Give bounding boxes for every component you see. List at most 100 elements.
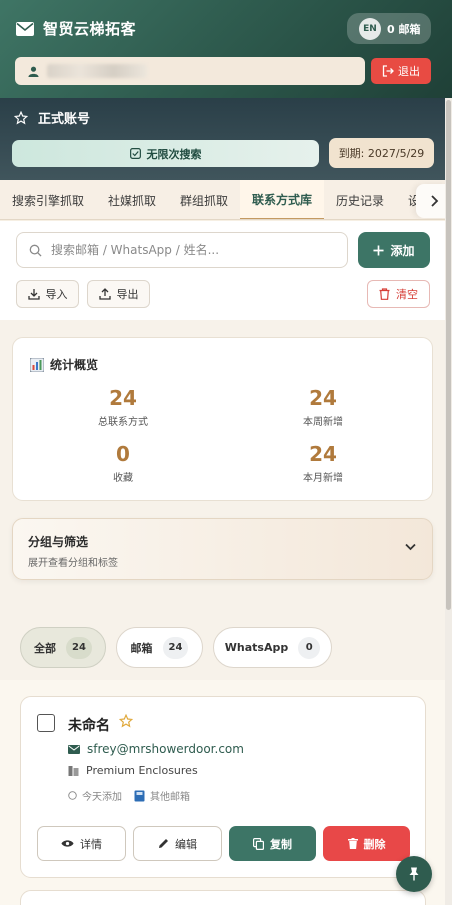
unlimited-search-badge: 无限次搜索: [12, 140, 319, 167]
mail-icon: [16, 21, 34, 36]
logout-button[interactable]: 退出: [371, 58, 431, 84]
bar-chart-icon: [30, 357, 44, 372]
brand: 智贸云梯拓客: [16, 18, 136, 39]
contact-company-row: Premium Enclosures: [68, 764, 198, 777]
filter-title: 分组与筛选: [28, 535, 89, 549]
trash-icon: [347, 838, 358, 849]
upload-icon: [98, 288, 111, 300]
group-filter-toggle[interactable]: 分组与筛选 展开查看分组和标签: [12, 518, 433, 580]
stat-month: 24 本月新增: [248, 442, 398, 484]
clear-label: 清空: [396, 288, 418, 301]
plus-icon: [373, 244, 385, 256]
tab-contact-library[interactable]: 联系方式库: [240, 180, 324, 219]
main-tabs: 搜索引擎抓取 社媒抓取 群组抓取 联系方式库 历史记录 设: [0, 180, 452, 220]
contact-card: 未命名 sfrey@mrshowerdoor.com Premium Enclo…: [20, 696, 426, 878]
pill-all-count: 24: [66, 636, 92, 659]
pill-whatsapp-count: 0: [298, 636, 321, 659]
clear-button[interactable]: 清空: [367, 280, 430, 308]
stat-month-value: 24: [309, 442, 337, 466]
account-type: 正式账号: [14, 108, 90, 127]
copy-icon: [253, 837, 264, 850]
export-label: 导出: [116, 288, 139, 301]
chevron-right-icon: [430, 195, 438, 207]
favorite-star-icon[interactable]: [119, 714, 133, 728]
expiry-badge: 到期: 2027/5/29: [329, 138, 434, 168]
search-input[interactable]: [51, 243, 331, 257]
contact-meta-row: 今天添加 其他邮箱: [68, 788, 190, 803]
stat-total: 24 总联系方式: [48, 386, 198, 428]
trash-icon: [379, 288, 390, 300]
pill-whatsapp-label: WhatsApp: [224, 641, 289, 654]
tab-groups[interactable]: 群组抓取: [168, 180, 240, 219]
delete-button[interactable]: 删除: [323, 826, 410, 861]
import-button[interactable]: 导入: [16, 280, 79, 308]
pin-button[interactable]: [396, 856, 432, 892]
pill-email-label: 邮箱: [130, 641, 153, 655]
stat-favorites: 0 收藏: [48, 442, 198, 484]
stat-total-value: 24: [109, 386, 137, 410]
stats-title: 统计概览: [30, 356, 98, 373]
star-outline-icon: [14, 110, 28, 124]
contact-toolbar: 添加 导入 导出 清空: [0, 221, 445, 320]
stat-total-label: 总联系方式: [98, 417, 148, 428]
stat-week: 24 本周新增: [248, 386, 398, 428]
clock-icon: [68, 791, 77, 800]
stats-overview-card: 统计概览 24 总联系方式 24 本周新增 0 收藏 24 本月新增: [12, 337, 433, 501]
user-icon: [28, 66, 39, 77]
export-button[interactable]: 导出: [87, 280, 150, 308]
filter-pill-all[interactable]: 全部 24: [20, 627, 106, 668]
user-field: [15, 57, 365, 85]
contact-added-date: 今天添加: [82, 792, 122, 803]
pill-all-label: 全部: [34, 641, 57, 655]
tab-social-media[interactable]: 社媒抓取: [96, 180, 168, 219]
pin-icon: [409, 867, 419, 881]
unlimited-search-label: 无限次搜索: [146, 147, 202, 161]
logout-label: 退出: [398, 65, 420, 78]
details-label: 详情: [80, 837, 102, 851]
edit-button[interactable]: 编辑: [133, 826, 222, 861]
stat-favorites-value: 0: [116, 442, 130, 466]
filter-pill-whatsapp[interactable]: WhatsApp 0: [213, 627, 332, 668]
account-panel: 正式账号 无限次搜索 到期: 2027/5/29: [0, 98, 452, 180]
add-contact-button[interactable]: 添加: [358, 232, 430, 268]
tab-history[interactable]: 历史记录: [324, 180, 396, 219]
details-button[interactable]: 详情: [37, 826, 126, 861]
stat-month-label: 本月新增: [303, 473, 343, 484]
edit-label: 编辑: [175, 837, 197, 851]
download-icon: [27, 289, 40, 300]
stat-week-value: 24: [309, 386, 337, 410]
eye-icon: [61, 840, 74, 847]
contact-email-row: sfrey@mrshowerdoor.com: [68, 742, 244, 756]
add-label: 添加: [390, 243, 415, 258]
delete-label: 删除: [363, 837, 386, 851]
contact-card-next: [20, 890, 426, 905]
account-title: 正式账号: [38, 112, 91, 127]
app-header: 智贸云梯拓客 EN 0 邮箱 退出: [0, 0, 452, 98]
stats-title-label: 统计概览: [50, 358, 99, 372]
filter-pill-email[interactable]: 邮箱 24: [116, 627, 203, 668]
copy-button[interactable]: 复制: [229, 826, 316, 861]
contact-name: 未命名: [68, 718, 110, 734]
app-title: 智贸云梯拓客: [43, 20, 137, 38]
contact-checkbox[interactable]: [37, 714, 55, 732]
language-mailbox-pill[interactable]: EN 0 邮箱: [347, 13, 431, 44]
pencil-icon: [159, 839, 168, 848]
copy-label: 复制: [270, 837, 292, 851]
logout-icon: [382, 65, 394, 77]
search-icon: [29, 244, 42, 257]
language-toggle[interactable]: EN: [359, 17, 381, 40]
contact-company: Premium Enclosures: [86, 764, 198, 777]
import-label: 导入: [45, 288, 68, 301]
chevron-down-icon: [405, 543, 416, 551]
blurred-username: [47, 64, 147, 78]
contact-email[interactable]: sfrey@mrshowerdoor.com: [87, 742, 244, 756]
stat-week-label: 本周新增: [303, 417, 343, 428]
building-icon: [68, 766, 79, 776]
pill-email-count: 24: [162, 636, 189, 659]
stat-favorites-label: 收藏: [113, 473, 133, 484]
scrollbar-thumb[interactable]: [446, 100, 451, 610]
tab-search-engine[interactable]: 搜索引擎抓取: [0, 180, 96, 219]
book-icon: [134, 790, 145, 801]
mail-icon: [68, 744, 80, 754]
check-square-icon: [129, 148, 141, 159]
